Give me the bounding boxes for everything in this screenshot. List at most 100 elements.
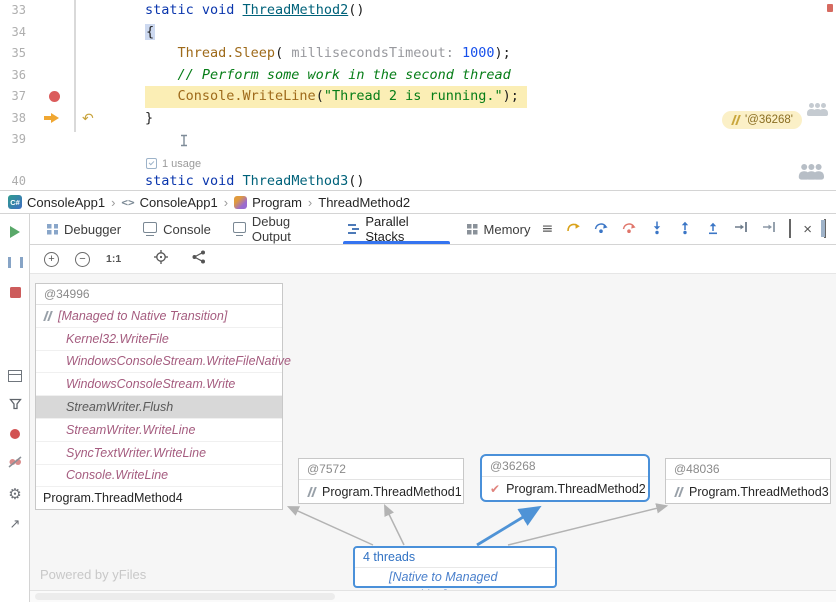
thread-id-header: @48036 xyxy=(666,459,830,480)
filter-button[interactable] xyxy=(0,392,30,416)
scrollbar-error-stripe[interactable] xyxy=(827,4,833,12)
class-icon xyxy=(234,196,247,209)
angle-brackets-icon: <> xyxy=(121,196,134,209)
code-token: () xyxy=(348,2,364,18)
breakpoint-icon xyxy=(10,429,20,439)
code-vision-usages[interactable]: 1 usage xyxy=(146,157,836,171)
tab-debug-output[interactable]: Debug Output xyxy=(222,214,337,244)
stop-button[interactable] xyxy=(0,280,30,304)
hide-toolwindow-button[interactable]: ↗ xyxy=(0,512,30,536)
arrow-up-right-icon: ↗ xyxy=(10,517,21,532)
stack-frame[interactable]: WindowsConsoleStream.WriteFileNative xyxy=(36,351,282,374)
center-selection-button[interactable] xyxy=(153,249,169,270)
users-icon xyxy=(810,103,828,116)
breadcrumb-method[interactable]: ThreadMethod2 xyxy=(318,195,410,210)
zoom-in-button[interactable]: + xyxy=(44,252,59,267)
code-line-33[interactable]: 33 static void ThreadMethod2() xyxy=(0,0,836,22)
execution-pointer-icon[interactable] xyxy=(44,113,59,124)
close-icon: × xyxy=(803,221,812,238)
line-number: 33 xyxy=(0,0,26,22)
tab-label: Debug Output xyxy=(252,214,326,244)
show-execution-point-icon xyxy=(565,219,581,235)
code-line-38[interactable]: 38 ↶ } xyxy=(0,108,836,130)
code-editor[interactable]: 33 static void ThreadMethod2() 34 { 35 T… xyxy=(0,0,836,190)
zoom-out-button[interactable]: − xyxy=(75,252,90,267)
scrollbar-thumb[interactable] xyxy=(35,593,335,600)
stack-box-34996[interactable]: @34996 [Managed to Native Transition] Ke… xyxy=(35,283,283,510)
stack-frame[interactable]: [Managed to Native Transition] xyxy=(36,305,282,328)
stack-frame[interactable]: WindowsConsoleStream.Write xyxy=(36,373,282,396)
code-line-35[interactable]: 35 Thread.Sleep( millisecondsTimeout: 10… xyxy=(0,43,836,65)
parameter-hint: millisecondsTimeout: xyxy=(291,45,454,61)
close-button[interactable]: × xyxy=(803,222,812,237)
settings-button[interactable]: ⚙ xyxy=(0,482,30,506)
force-step-over-button[interactable] xyxy=(621,219,637,240)
zoom-reset-button[interactable]: 1:1 xyxy=(106,253,121,265)
funnel-icon xyxy=(9,398,22,410)
view-options-button[interactable]: ≡ xyxy=(542,221,554,237)
breadcrumb-namespace[interactable]: <> ConsoleApp1 xyxy=(121,195,217,210)
run-to-cursor-button[interactable] xyxy=(733,219,749,240)
step-out-button[interactable] xyxy=(677,219,693,240)
stack-frame[interactable]: Program.ThreadMethod3 xyxy=(666,480,830,503)
stack-frame[interactable]: StreamWriter.WriteLine xyxy=(36,419,282,442)
code-text: } xyxy=(145,108,153,130)
step-into-button[interactable] xyxy=(649,219,665,240)
stack-frame-selected[interactable]: StreamWriter.Flush xyxy=(36,396,282,419)
transition-frame-label[interactable]: [Native to Managed Transition] xyxy=(355,567,555,586)
show-execution-point-button[interactable] xyxy=(565,219,581,240)
step-out-of-block-button[interactable] xyxy=(705,219,721,240)
breadcrumb-class[interactable]: Program xyxy=(234,195,302,210)
rerun-debugger-button[interactable] xyxy=(0,220,30,244)
thread-id-header: @36268 xyxy=(482,456,648,477)
stack-frame[interactable]: Kernel32.WriteFile xyxy=(36,328,282,351)
stack-box-7572[interactable]: @7572 Program.ThreadMethod1 xyxy=(298,458,464,504)
code-token: static void xyxy=(145,173,243,189)
mute-breakpoints-button[interactable] xyxy=(0,450,30,474)
breakpoint-icon[interactable] xyxy=(49,91,60,102)
export-graph-button[interactable] xyxy=(191,249,207,270)
stack-frame[interactable]: Program.ThreadMethod1 xyxy=(299,480,463,503)
line-number: 35 xyxy=(0,43,26,65)
thread-id-header: @34996 xyxy=(36,284,282,305)
thread-id-header: @7572 xyxy=(299,459,463,480)
frame-label: Kernel32.WriteFile xyxy=(66,332,169,346)
view-breakpoints-button[interactable] xyxy=(0,422,30,446)
evaluate-table-button[interactable] xyxy=(789,220,791,238)
breadcrumb-project[interactable]: C# ConsoleApp1 xyxy=(8,195,105,210)
step-over-button[interactable] xyxy=(593,219,609,240)
stack-box-36268-current[interactable]: @36268 ✔ Program.ThreadMethod2 xyxy=(480,454,650,502)
yfiles-watermark: Powered by yFiles xyxy=(40,567,146,582)
horizontal-scrollbar[interactable] xyxy=(30,590,836,602)
brace-highlight: { xyxy=(145,24,155,40)
code-token: 1000 xyxy=(454,45,495,61)
tab-parallel-stacks[interactable]: Parallel Stacks xyxy=(337,214,455,244)
pause-button[interactable] xyxy=(0,250,30,274)
layout-icon xyxy=(8,370,22,382)
dock-button[interactable] xyxy=(824,220,826,238)
code-line-34[interactable]: 34 { xyxy=(0,22,836,44)
stack-frame-current[interactable]: ✔ Program.ThreadMethod2 xyxy=(482,477,648,500)
code-line-37[interactable]: 37 Console.WriteLine("Thread 2 is runnin… xyxy=(0,86,836,108)
tab-debugger[interactable]: Debugger xyxy=(36,214,132,244)
code-line-36[interactable]: 36 // Perform some work in the second th… xyxy=(0,65,836,87)
restore-layout-button[interactable] xyxy=(0,364,30,388)
force-run-to-cursor-button[interactable] xyxy=(761,219,777,240)
tab-console[interactable]: Console xyxy=(132,214,222,244)
code-token: Console.WriteLine xyxy=(178,88,316,104)
tab-memory[interactable]: Memory xyxy=(456,214,542,244)
parallel-stacks-graph[interactable]: @34996 [Managed to Native Transition] Ke… xyxy=(30,274,836,590)
stack-frame[interactable]: Console.WriteLine xyxy=(36,465,282,488)
mute-breakpoints-icon xyxy=(8,456,22,468)
code-line-39[interactable]: 39 xyxy=(0,129,836,151)
thread-group-node[interactable]: 4 threads [Native to Managed Transition] xyxy=(353,546,557,588)
stack-frame[interactable]: Program.ThreadMethod4 xyxy=(36,487,282,509)
line-number: 40 xyxy=(0,171,26,191)
code-line-40[interactable]: 40 static void ThreadMethod3() xyxy=(0,171,836,191)
current-thread-badge[interactable]: '@36268' xyxy=(722,111,802,129)
stack-frame[interactable]: SyncTextWriter.WriteLine xyxy=(36,442,282,465)
stack-box-48036[interactable]: @48036 Program.ThreadMethod3 xyxy=(665,458,831,504)
crosshair-icon xyxy=(153,249,169,265)
one-to-one-label: 1:1 xyxy=(106,253,121,265)
reset-frame-icon[interactable]: ↶ xyxy=(82,109,94,131)
